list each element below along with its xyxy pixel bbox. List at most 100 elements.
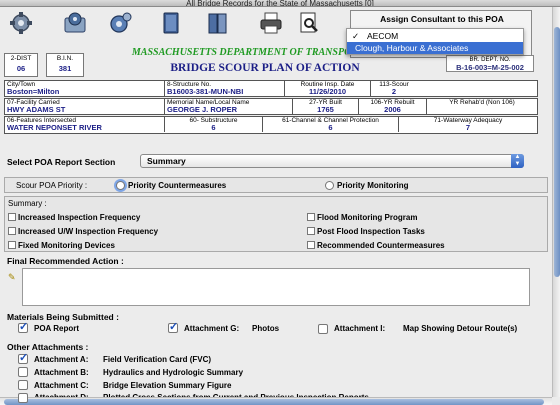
structure-value: B16003-381-MUN-NBI: [167, 87, 244, 96]
consultant-option-aecom[interactable]: ✓ AECOM: [347, 30, 523, 42]
channel-value: 6: [328, 123, 333, 132]
waterway-value: 7: [465, 123, 471, 132]
attachment-b-label: Attachment B:: [34, 368, 89, 377]
bridge-dept-number-box: BR. DEPT. NO. B-16-003=M-25-002: [446, 55, 534, 72]
substructure-value: 6: [211, 123, 216, 132]
priority-label: Scour POA Priority :: [16, 181, 88, 190]
info-row-condition: 06-Features Intersected WATER NEPONSET R…: [4, 116, 538, 134]
summary-item-4: Flood Monitoring Program: [317, 213, 418, 222]
consultant-option-label: Clough, Harbour & Associates: [355, 43, 469, 53]
vertical-scroll-thumb[interactable]: [554, 27, 560, 277]
attachment-i-value: Map Showing Detour Route(s): [403, 324, 518, 333]
year-rehab-cell: YR Rehab'd (Non 106): [427, 99, 537, 114]
assign-consultant-title: Assign Consultant to this POA: [380, 14, 504, 24]
pencil-icon: ✎: [8, 272, 16, 282]
info-row-facility: 07-Facility Carried HWY ADAMS ST Memoria…: [4, 98, 538, 115]
gear-blue-icon[interactable]: [108, 10, 134, 36]
attachment-c-checkbox[interactable]: [18, 380, 28, 390]
consultant-option-clough[interactable]: Clough, Harbour & Associates: [347, 42, 523, 54]
printer-icon[interactable]: [258, 10, 284, 36]
facility-value: HWY ADAMS ST: [7, 105, 66, 114]
horizontal-scrollbar[interactable]: [0, 397, 552, 405]
summary-check-5[interactable]: [307, 227, 315, 235]
memorial-value: GEORGE J. ROPER: [167, 105, 238, 114]
attachment-i-checkbox[interactable]: [318, 324, 328, 334]
gear-settings-icon[interactable]: [62, 10, 88, 36]
summary-check-4[interactable]: [307, 213, 315, 221]
attachment-b-value: Hydraulics and Hydrologic Summary: [103, 368, 244, 377]
substructure-cell: 60- Substructure 6: [165, 117, 263, 132]
city-value: Boston=Milton: [7, 87, 60, 96]
checkmark-icon: ✓: [352, 31, 360, 41]
bin-box: B.I.N. 381: [46, 53, 84, 77]
poa-report-checkbox[interactable]: [18, 320, 28, 333]
horizontal-scroll-thumb[interactable]: [4, 399, 544, 405]
summary-check-3[interactable]: [8, 241, 16, 249]
book-icon[interactable]: [158, 10, 184, 36]
page-title: BRIDGE SCOUR PLAN OF ACTION: [170, 62, 360, 74]
summary-check-1[interactable]: [8, 213, 16, 221]
attachment-a-value: Field Verification Card (FVC): [103, 355, 212, 364]
year-rebuilt-cell: 106-YR Rebuilt 2006: [359, 99, 427, 114]
inspection-date-value: 11/26/2010: [308, 87, 347, 96]
attachment-a-label: Attachment A:: [34, 355, 89, 364]
city-cell: City/Town Boston=Milton: [5, 81, 165, 96]
waterway-cell: 71-Waterway Adequacy 7: [399, 117, 537, 132]
structure-cell: 8-Structure No. B16003-381-MUN-NBI: [165, 81, 285, 96]
summary-check-2[interactable]: [8, 227, 16, 235]
gear-icon[interactable]: [8, 10, 34, 36]
year-rebuilt-value: 2006: [384, 105, 401, 114]
district-label: 2-DIST: [10, 55, 32, 62]
attachment-g-value: Photos: [252, 324, 280, 333]
summary-item-2: Increased U/W Inspection Frequency: [18, 227, 159, 236]
priority-monitoring-radio[interactable]: [325, 181, 334, 190]
bridge-dept-value: B-16-003=M-25-002: [456, 63, 524, 72]
features-cell: 06-Features Intersected WATER NEPONSET R…: [5, 117, 165, 132]
year-rehab-label: YR Rehab'd (Non 106): [449, 99, 515, 106]
poa-report-label: POA Report: [34, 324, 80, 333]
district-box: 2-DIST 06: [4, 53, 38, 77]
district-value: 06: [16, 64, 26, 73]
attachment-d-label: Attachment D:: [34, 393, 89, 397]
priority-countermeasures-radio[interactable]: [116, 181, 125, 190]
attachment-a-checkbox[interactable]: [18, 351, 28, 364]
summary-item-1: Increased Inspection Frequency: [18, 213, 141, 222]
attachment-c-value: Bridge Elevation Summary Figure: [103, 381, 232, 390]
attachment-d-checkbox[interactable]: [18, 393, 28, 403]
facility-cell: 07-Facility Carried HWY ADAMS ST: [5, 99, 165, 114]
preview-icon[interactable]: [296, 10, 322, 36]
poa-section-value: Summary: [147, 156, 186, 166]
attachment-d-value: Plotted Cross Sections from Current and …: [103, 393, 369, 397]
summary-item-6: Recommended Countermeasures: [317, 241, 445, 250]
features-value: WATER NEPONSET RIVER: [7, 123, 102, 132]
summary-item-5: Post Flood Inspection Tasks: [317, 227, 425, 236]
summary-check-6[interactable]: [307, 241, 315, 249]
consultant-option-label: AECOM: [367, 31, 399, 41]
chevron-updown-icon: ▲ ▼: [511, 154, 524, 168]
final-action-label: Final Recommended Action :: [7, 256, 124, 266]
attachment-i-label: Attachment I:: [334, 324, 386, 333]
scour-value: 2: [391, 87, 397, 96]
info-row-location: City/Town Boston=Milton 8-Structure No. …: [4, 80, 538, 97]
window-title: All Bridge Records for the State of Mass…: [0, 0, 560, 7]
summary-label: Summary :: [8, 199, 47, 208]
poa-section-select[interactable]: Summary ▲ ▼: [140, 154, 524, 168]
channel-cell: 61-Channel & Channel Protection 6: [263, 117, 399, 132]
year-built-value: 1765: [317, 105, 334, 114]
vertical-scrollbar[interactable]: [552, 7, 560, 397]
poa-section-label: Select POA Report Section: [7, 157, 116, 167]
attachment-g-checkbox[interactable]: [168, 320, 178, 333]
priority-monitoring-label: Priority Monitoring: [337, 181, 409, 190]
scour-cell: 113-Scour 2: [371, 81, 417, 96]
priority-countermeasures-label: Priority Countermeasures: [128, 181, 227, 190]
attachment-c-label: Attachment C:: [34, 381, 89, 390]
bin-label: B.I.N.: [56, 55, 74, 62]
attachment-b-checkbox[interactable]: [18, 367, 28, 377]
summary-item-3: Fixed Monitoring Devices: [18, 241, 115, 250]
final-action-textarea[interactable]: [22, 268, 530, 306]
consultant-dropdown-menu[interactable]: ✓ AECOM Clough, Harbour & Associates: [346, 28, 524, 55]
books-icon[interactable]: [205, 10, 231, 36]
attachment-g-label: Attachment G:: [184, 324, 240, 333]
year-built-cell: 27-YR Built 1765: [293, 99, 359, 114]
inspection-date-cell: Routine Insp. Date 11/26/2010: [285, 81, 371, 96]
